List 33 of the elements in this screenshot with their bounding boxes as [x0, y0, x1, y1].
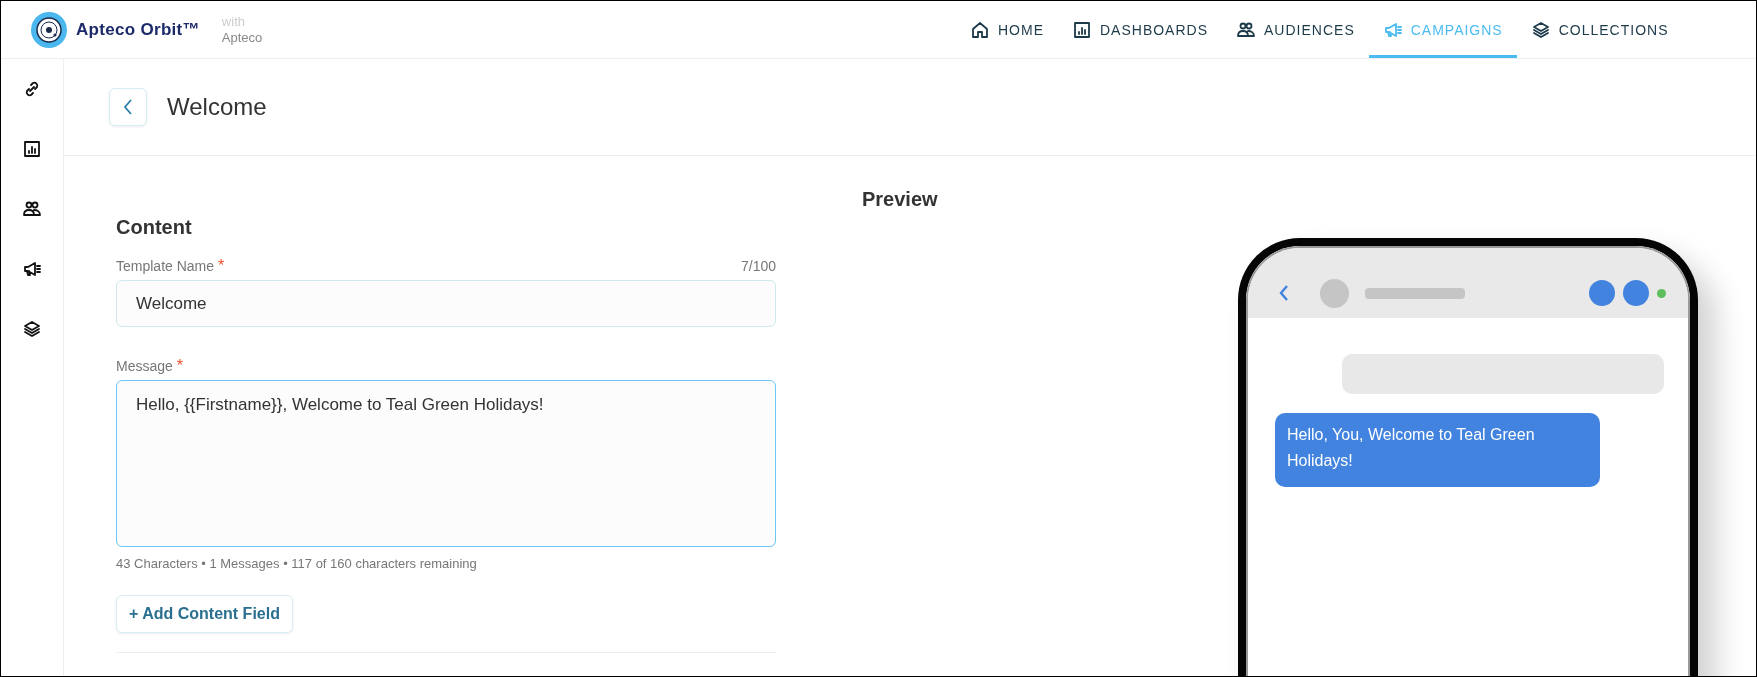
avatar-placeholder — [1320, 278, 1349, 308]
character-counter: 7/100 — [740, 258, 776, 274]
layers-icon — [1530, 19, 1551, 40]
people-icon[interactable] — [22, 199, 42, 219]
status-dot — [1657, 288, 1666, 298]
required-mark: * — [176, 357, 184, 375]
nav-tab[interactable]: HOME — [956, 1, 1058, 58]
field-label: Template Name — [116, 258, 215, 274]
partner-name: Apteco — [221, 29, 263, 46]
nav-tab[interactable]: COLLECTIONS — [1516, 1, 1683, 58]
action-dot — [1623, 280, 1649, 306]
nav-tab[interactable]: DASHBOARDS — [1058, 1, 1223, 58]
message-field[interactable]: Hello, {{Firstname}}, Welcome to Teal Green Holidays! — [116, 380, 776, 547]
back-chevron-icon — [1278, 283, 1290, 303]
section-heading: Preview — [862, 188, 938, 211]
action-dot — [1589, 280, 1615, 306]
home-icon — [970, 19, 990, 40]
required-mark: * — [218, 257, 225, 275]
bar-chart-icon[interactable] — [22, 139, 42, 159]
bar-chart-icon — [1072, 19, 1092, 40]
page-title: Welcome — [167, 93, 267, 121]
field-label: Message — [116, 358, 173, 374]
add-content-field-button[interactable]: + Add Content Field — [116, 595, 293, 633]
brand-name[interactable]: Apteco Orbit™ — [76, 19, 200, 40]
message-stats: 43 Characters • 1 Messages • 117 of 160 characters remaining — [116, 556, 478, 571]
nav-tab[interactable]: AUDIENCES — [1222, 1, 1369, 58]
orbit-logo-icon[interactable] — [31, 11, 67, 48]
section-heading: Content — [116, 216, 193, 239]
chevron-left-icon — [122, 97, 134, 117]
template-name-field[interactable]: Welcome — [116, 280, 776, 327]
megaphone-icon[interactable] — [22, 259, 42, 279]
layers-icon[interactable] — [22, 319, 42, 339]
message-bubble: Hello, You, Welcome to Teal Green Holidays! — [1275, 413, 1600, 487]
